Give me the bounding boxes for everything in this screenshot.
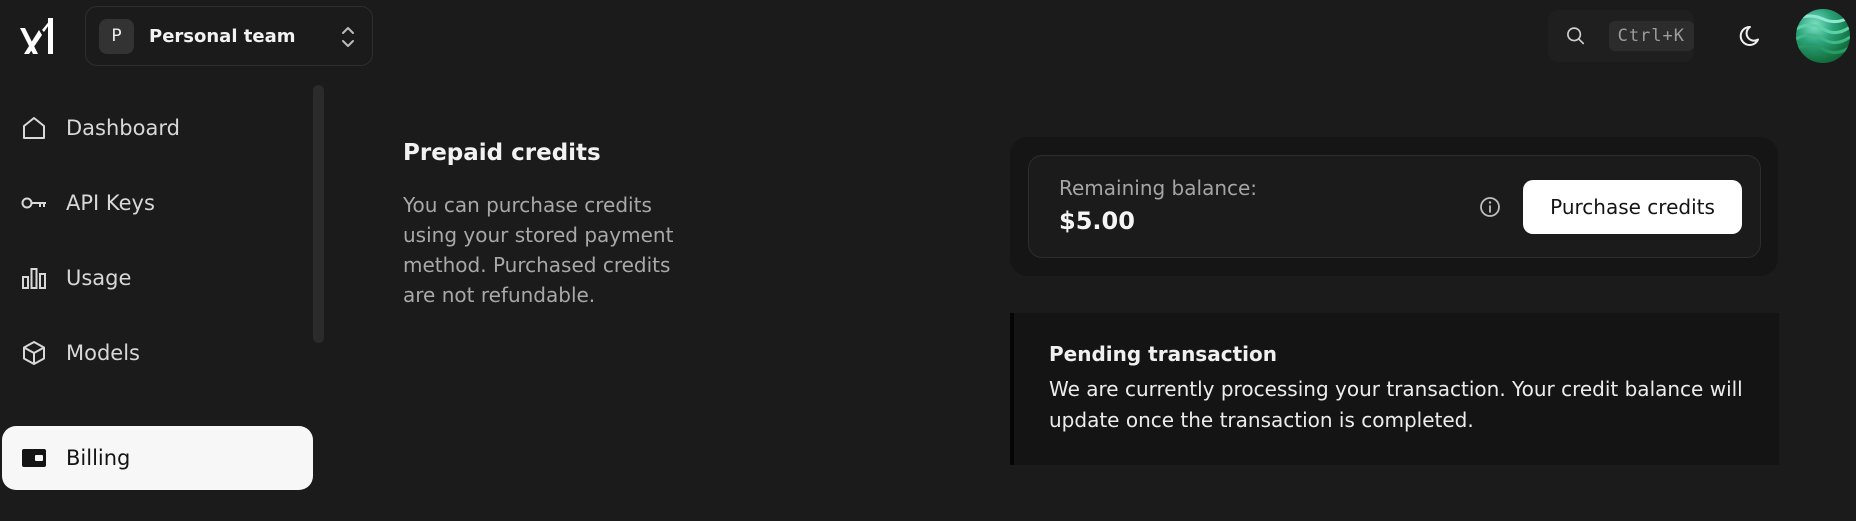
sidebar-item-label: Billing bbox=[66, 446, 131, 470]
key-icon bbox=[21, 197, 46, 209]
team-switcher[interactable]: P Personal team bbox=[85, 6, 373, 66]
team-avatar: P bbox=[99, 18, 134, 54]
search-shortcut: Ctrl+K bbox=[1608, 21, 1694, 51]
pending-transaction-title: Pending transaction bbox=[1049, 342, 1277, 366]
sidebar-item-usage[interactable]: Usage bbox=[2, 246, 313, 310]
moon-icon[interactable] bbox=[1738, 22, 1766, 50]
cube-icon bbox=[23, 341, 45, 365]
home-icon bbox=[23, 117, 45, 139]
chevron-up-down-icon bbox=[342, 27, 354, 47]
prepaid-credits-description: You can purchase credits using your stor… bbox=[403, 193, 674, 307]
sidebar-item-models[interactable]: Models bbox=[2, 321, 313, 385]
bar-chart-icon bbox=[22, 268, 46, 289]
search-button[interactable]: Ctrl+K bbox=[1548, 10, 1694, 62]
sidebar-item-api-keys[interactable]: API Keys bbox=[2, 171, 313, 235]
remaining-balance-value: $5.00 bbox=[1059, 207, 1135, 235]
sidebar-item-dashboard[interactable]: Dashboard bbox=[2, 96, 313, 160]
remaining-balance-label: Remaining balance: bbox=[1059, 176, 1258, 200]
sidebar-item-label: Usage bbox=[66, 266, 132, 290]
sidebar-item-label: API Keys bbox=[66, 191, 155, 215]
search-icon bbox=[1567, 27, 1585, 45]
user-avatar[interactable] bbox=[1796, 9, 1850, 63]
sidebar-item-billing[interactable]: Billing bbox=[2, 426, 313, 490]
prepaid-credits-title: Prepaid credits bbox=[403, 140, 601, 166]
sidebar-scrollbar[interactable] bbox=[313, 85, 324, 343]
sidebar-item-label: Dashboard bbox=[66, 116, 180, 140]
team-name: Personal team bbox=[149, 25, 296, 47]
purchase-credits-button[interactable]: Purchase credits bbox=[1523, 180, 1742, 234]
pending-transaction-message: We are currently processing your transac… bbox=[1049, 377, 1743, 432]
xai-logo[interactable] bbox=[18, 16, 58, 56]
info-icon[interactable] bbox=[1478, 195, 1502, 219]
wallet-icon bbox=[22, 449, 46, 467]
sidebar-item-label: Models bbox=[66, 341, 140, 365]
